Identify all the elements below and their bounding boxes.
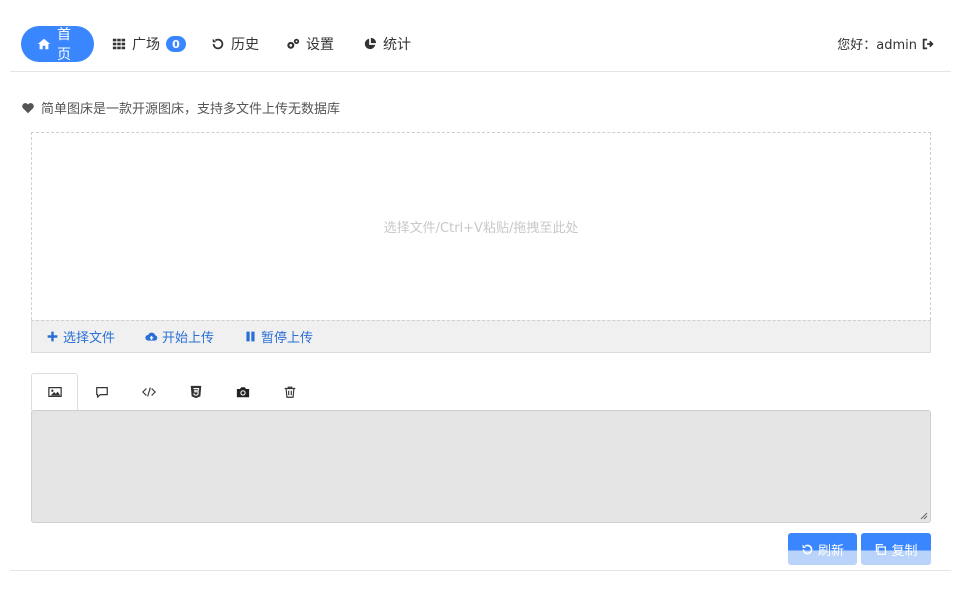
plus-icon xyxy=(47,331,58,342)
links-output-textarea[interactable] xyxy=(31,410,931,523)
intro-text: 简单图床是一款开源图床，支持多文件上传无数据库 xyxy=(41,102,341,117)
user-greeting[interactable]: 您好：admin xyxy=(837,34,935,53)
comment-icon xyxy=(95,387,108,398)
tab-image[interactable] xyxy=(31,373,78,411)
nav-stats[interactable]: 统计 xyxy=(349,26,425,62)
refresh-label: 刷新 xyxy=(817,543,844,559)
code-icon xyxy=(141,387,156,397)
start-upload-button[interactable]: 开始上传 xyxy=(145,327,214,346)
html5-icon xyxy=(190,385,201,399)
nav-home[interactable]: 首页 xyxy=(21,26,94,63)
greeting-text: 您好：admin xyxy=(837,38,917,53)
pause-upload-label: 暂停上传 xyxy=(261,331,314,346)
history-icon xyxy=(211,37,225,51)
tab-camera[interactable] xyxy=(219,373,266,411)
drop-zone-hint: 选择文件/Ctrl+V粘贴/拖拽至此处 xyxy=(383,221,579,236)
header-divider xyxy=(10,71,951,72)
nav-home-label: 首页 xyxy=(57,27,71,63)
upload-toolbar: 选择文件 开始上传 暂停上传 xyxy=(31,320,931,353)
cloud-upload-icon xyxy=(145,332,158,341)
tab-delete[interactable] xyxy=(266,373,313,411)
nav-plaza[interactable]: 广场 0 xyxy=(98,26,200,62)
tab-code[interactable] xyxy=(125,373,172,411)
intro-line: 简单图床是一款开源图床，支持多文件上传无数据库 xyxy=(21,98,340,117)
file-drop-zone[interactable]: 选择文件/Ctrl+V粘贴/拖拽至此处 xyxy=(31,132,931,320)
logout-icon[interactable] xyxy=(921,37,935,51)
tab-comment[interactable] xyxy=(78,373,125,411)
refresh-button[interactable]: 刷新 xyxy=(788,533,857,565)
pause-icon xyxy=(246,331,255,342)
start-upload-label: 开始上传 xyxy=(162,331,215,346)
heart-icon xyxy=(21,101,35,115)
nav-settings[interactable]: 设置 xyxy=(272,26,348,62)
nav-history[interactable]: 历史 xyxy=(197,26,273,62)
footer-divider xyxy=(10,570,951,571)
pause-upload-button[interactable]: 暂停上传 xyxy=(244,327,313,346)
copy-button[interactable]: 复制 xyxy=(861,533,931,565)
gears-icon xyxy=(286,37,300,51)
link-format-tabs xyxy=(31,373,313,411)
image-icon xyxy=(47,387,62,397)
choose-file-label: 选择文件 xyxy=(63,331,116,346)
copy-icon xyxy=(876,543,887,555)
tab-html[interactable] xyxy=(172,373,219,411)
trash-icon xyxy=(284,386,295,398)
nav-plaza-label: 广场 xyxy=(132,37,160,53)
refresh-icon xyxy=(802,544,813,554)
pie-chart-icon xyxy=(363,37,377,51)
home-icon xyxy=(37,37,51,51)
nav-history-label: 历史 xyxy=(231,37,259,53)
camera-icon xyxy=(236,387,249,398)
nav-settings-label: 设置 xyxy=(306,37,334,53)
nav-stats-label: 统计 xyxy=(383,37,411,53)
choose-file-button[interactable]: 选择文件 xyxy=(46,327,115,346)
plaza-count-badge: 0 xyxy=(166,36,186,52)
copy-label: 复制 xyxy=(891,543,918,559)
resize-handle-icon[interactable] xyxy=(920,512,928,520)
grid-icon xyxy=(112,37,126,51)
